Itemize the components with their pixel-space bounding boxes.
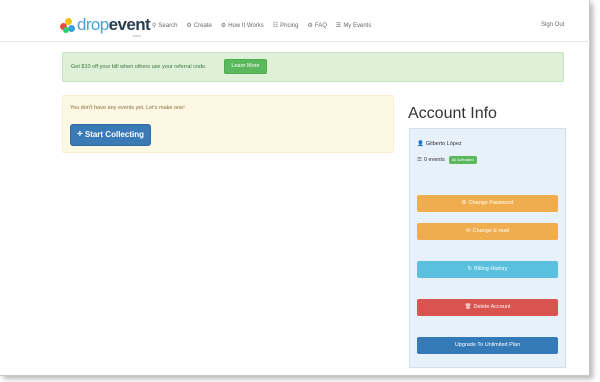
nav-link-faq[interactable]: ⚙ FAQ — [307, 22, 327, 30]
nav-link-create[interactable]: ⚙ Create — [186, 22, 211, 30]
no-events-text: You don't have any events yet. Let's mak… — [70, 105, 185, 111]
list-icon: ☰ — [335, 23, 342, 29]
referral-banner: Get $10 off your bill when others use yo… — [62, 52, 564, 82]
user-icon: 👤 — [417, 141, 424, 147]
nav-link-search[interactable]: ⚲ Search — [152, 22, 177, 30]
gear-icon: ⚙ — [461, 200, 467, 206]
nav-links: ⚲ Search ⚙ Create ⚙ How It Works ☷ Prici… — [152, 22, 380, 30]
delete-account-button[interactable]: 🗑 Delete Account — [417, 299, 558, 316]
plus-icon: + — [77, 129, 83, 140]
sign-out-link[interactable]: Sign Out — [541, 22, 564, 28]
upgrade-plan-button[interactable]: Upgrade To Unlimited Plan — [417, 337, 558, 354]
no-events-alert: You don't have any events yet. Let's mak… — [62, 95, 394, 153]
events-count: 0 events — [423, 157, 445, 163]
change-email-button[interactable]: ✉ Change E-mail — [417, 223, 558, 240]
account-info-title: Account Info — [408, 105, 497, 122]
events-line: ☰ 0 events All Activated — [417, 156, 477, 164]
billing-history-button[interactable]: ↻ Billing History — [417, 261, 558, 278]
nav-link-how-it-works[interactable]: ⚙ How It Works — [220, 22, 264, 30]
user-name: Gilberto López — [425, 141, 462, 147]
top-navbar: dropevent .com ⚲ Search ⚙ Create ⚙ How I… — [0, 0, 590, 42]
referral-text: Get $10 off your bill when others use yo… — [71, 64, 207, 70]
change-password-button[interactable]: ⚙ Change Password — [417, 195, 558, 212]
refresh-icon: ↻ — [467, 266, 473, 272]
learn-more-button[interactable]: Learn More — [224, 59, 267, 74]
gear-icon: ⚙ — [186, 23, 192, 29]
user-line: 👤 Gilberto López — [417, 141, 462, 147]
account-info-panel: 👤 Gilberto López ☰ 0 events All Activate… — [409, 128, 566, 368]
trash-icon: 🗑 — [464, 304, 472, 310]
gear-icon: ⚙ — [307, 23, 313, 29]
start-collecting-button[interactable]: + Start Collecting — [70, 124, 151, 146]
logo-text: dropevent — [77, 15, 151, 34]
browser-window: dropevent .com ⚲ Search ⚙ Create ⚙ How I… — [0, 0, 590, 376]
logo-domain: .com — [132, 33, 141, 38]
gear-icon: ⚙ — [220, 23, 227, 29]
table-icon: ☷ — [272, 23, 279, 29]
list-icon: ☰ — [417, 157, 422, 163]
nav-link-pricing[interactable]: ☷ Pricing — [272, 22, 299, 30]
search-icon: ⚲ — [152, 23, 157, 29]
dropevent-logo[interactable]: dropevent .com — [60, 16, 151, 38]
logo-mark-icon — [60, 18, 76, 34]
envelope-icon: ✉ — [466, 228, 471, 234]
nav-link-my-events[interactable]: ☰ My Events — [335, 22, 371, 30]
status-badge: All Activated — [448, 156, 477, 164]
